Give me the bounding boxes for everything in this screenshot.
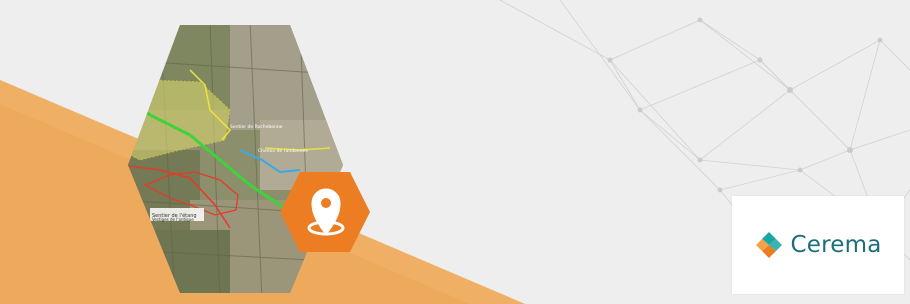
map-label: Vestiges de l'antique (152, 217, 194, 222)
map-label: Chemin de randonnée (258, 147, 308, 154)
cerema-logo-icon (756, 232, 783, 258)
banner: Sentier de l'étang Sentier de Rochebonne… (0, 0, 910, 304)
map-label: Sentier de Rochebonne (230, 124, 283, 130)
brand-logo: Cerema (732, 196, 904, 294)
brand-name: Cerema (790, 232, 882, 258)
